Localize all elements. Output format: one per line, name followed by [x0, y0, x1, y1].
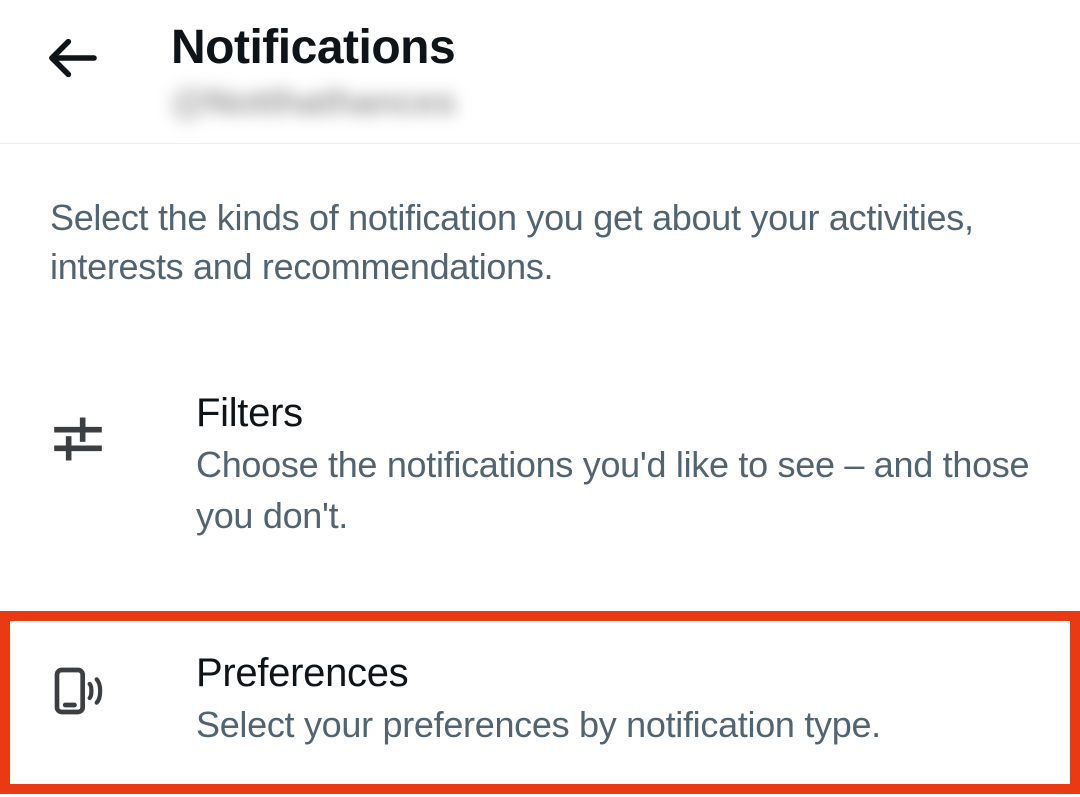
sliders-icon — [50, 411, 106, 467]
back-arrow-icon[interactable] — [45, 30, 101, 86]
preferences-item[interactable]: Preferences Select your preferences by n… — [0, 611, 1080, 794]
preferences-description: Select your preferences by notification … — [196, 700, 881, 750]
page-subtitle: @Notthathances — [171, 81, 456, 123]
header: Notifications @Notthathances — [0, 0, 1080, 144]
filters-item[interactable]: Filters Choose the notifications you'd l… — [0, 371, 1080, 561]
filters-description: Choose the notifications you'd like to s… — [196, 440, 1030, 541]
filters-title: Filters — [196, 391, 1030, 436]
settings-list: Filters Choose the notifications you'd l… — [0, 371, 1080, 794]
page-description: Select the kinds of notification you get… — [0, 144, 1080, 291]
phone-vibrate-icon — [50, 663, 106, 719]
preferences-title: Preferences — [196, 651, 881, 696]
page-title: Notifications — [171, 20, 456, 75]
